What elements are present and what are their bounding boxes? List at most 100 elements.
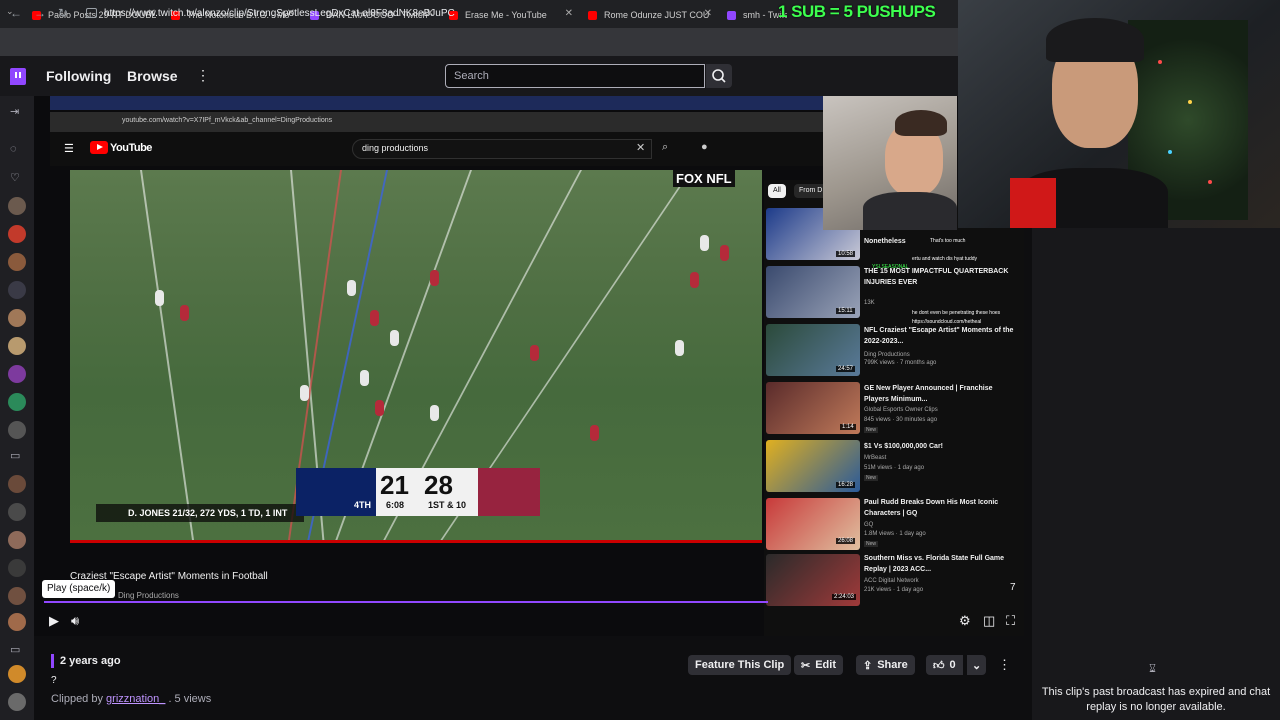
more-options-icon[interactable]: ⋮ [998, 657, 1011, 673]
stat-line-text: D. JONES 21/32, 272 YDS, 1 TD, 1 INT [128, 508, 288, 518]
search-icon [712, 69, 726, 83]
feature-clip-button[interactable]: Feature This Clip [688, 655, 792, 675]
channel-avatar[interactable] [8, 197, 26, 215]
rec-duration: 2:24:03 [832, 594, 857, 600]
rec-title: GE New Player Announced | Franchise Play… [864, 385, 993, 403]
channel-avatar[interactable] [8, 393, 26, 411]
rec-channel: GQ [864, 522, 874, 528]
embedded-browser-tabs [50, 96, 823, 110]
new-badge: New [864, 541, 879, 547]
youtube-channel-name: Ding Productions [118, 591, 179, 600]
reload-icon[interactable]: ↻ [58, 6, 68, 20]
scissors-icon: ✂ [801, 659, 811, 672]
like-dropdown-button[interactable]: ⌄ [967, 655, 987, 675]
settings-gear-icon[interactable]: ⚙ [959, 613, 971, 629]
rec-meta: 799K views · 7 months ago [864, 360, 937, 366]
channel-avatar[interactable] [8, 365, 26, 383]
share-button[interactable]: ⇪ Share [856, 655, 915, 675]
browser-tab[interactable]: Rome Odunze JUST COU ✕ [588, 4, 712, 26]
tab-title: Erase Me - YouTube [465, 10, 547, 20]
chat-replay-message: This clip's past broadcast has expired a… [1041, 686, 1271, 713]
search-placeholder: Search [454, 70, 489, 82]
twitch-logo-icon[interactable] [10, 68, 26, 85]
viewer-count: 7 [1010, 582, 1016, 593]
rec-channel: ACC Digital Network [864, 578, 919, 584]
clip-progress-bar[interactable] [44, 601, 768, 603]
search-button[interactable] [706, 64, 732, 88]
thumbs-up-icon: 👍︎ [933, 659, 945, 672]
player [430, 270, 439, 286]
guest-hair [895, 110, 947, 136]
channel-avatar[interactable] [8, 225, 26, 243]
rec-channel: Global Esports Owner Clips [864, 407, 938, 413]
chair-red [1010, 178, 1056, 228]
player [155, 290, 164, 306]
edit-label: Edit [815, 659, 836, 671]
like-button[interactable]: 👍︎ 0 [926, 655, 963, 675]
youtube-search-query: ding productions [362, 143, 429, 153]
theatre-mode-icon[interactable]: ◫ [983, 613, 995, 629]
rec-title: Paul Rudd Breaks Down His Most Iconic Ch… [864, 499, 999, 517]
video-icon[interactable]: ▭ [10, 643, 20, 656]
fullscreen-icon[interactable]: ⛶ [1006, 613, 1015, 629]
browser-address-bar [0, 28, 958, 56]
channel-avatar[interactable] [8, 613, 26, 631]
channel-avatar[interactable] [8, 253, 26, 271]
share-icon: ⇪ [863, 659, 873, 672]
nav-more-icon[interactable]: ⋮ [196, 67, 210, 84]
chat-overlay-line: he dont even be penetrating these hoes [912, 310, 1001, 316]
channel-avatar[interactable] [8, 665, 26, 683]
channel-avatar[interactable] [8, 309, 26, 327]
channel-avatar[interactable] [8, 281, 26, 299]
channel-avatar[interactable] [8, 587, 26, 605]
microphone-icon: ● [701, 141, 708, 153]
play-icon[interactable]: ▶ [49, 613, 59, 629]
browser-tab[interactable]: Erase Me - YouTube ✕ [449, 4, 573, 26]
player [370, 310, 379, 326]
site-info-icon[interactable] [86, 8, 97, 18]
youtube-search-icon: ⌕ [662, 141, 669, 153]
channel-avatar[interactable] [8, 503, 26, 521]
forward-arrow-icon[interactable]: → [34, 6, 46, 20]
back-arrow-icon[interactable]: ← [10, 6, 22, 20]
nav-browse[interactable]: Browse [127, 68, 178, 84]
clipped-by-label: Clipped by [51, 693, 103, 705]
play-tooltip: Play (space/k) [42, 580, 116, 598]
volume-icon[interactable]: 🔊︎ [71, 613, 79, 629]
scorebug-quarter: 4TH [354, 500, 372, 510]
url-field[interactable]: https://www.twitch.tv/alonzo/clip/Strong… [104, 8, 455, 19]
close-tab-icon[interactable]: ✕ [704, 8, 712, 19]
clip-title: ? [51, 675, 57, 686]
share-label: Share [877, 659, 908, 671]
youtube-progress-bar [70, 540, 762, 543]
clipped-by-line: Clipped by grizznation_ . 5 views [51, 693, 211, 705]
player [390, 330, 399, 346]
clipper-link[interactable]: grizznation_ [106, 693, 165, 705]
channel-avatar[interactable] [8, 559, 26, 577]
channel-avatar[interactable] [8, 531, 26, 549]
player [530, 345, 539, 361]
scorebug-away-panel [478, 468, 540, 516]
nav-following[interactable]: Following [46, 68, 111, 84]
filter-chip-all: All [768, 184, 786, 198]
view-count: . 5 views [168, 693, 212, 705]
player [430, 405, 439, 421]
video-icon[interactable]: ▭ [10, 449, 20, 462]
rec-meta: 845 views · 30 minutes ago [864, 417, 938, 423]
channel-avatar[interactable] [8, 693, 26, 711]
rec-duration: 24:57 [836, 366, 856, 372]
close-tab-icon[interactable]: ✕ [565, 8, 573, 19]
heart-icon[interactable]: ♡ [10, 171, 20, 184]
channel-avatar[interactable] [8, 475, 26, 493]
channel-avatar[interactable] [8, 421, 26, 439]
stream-promo-overlay: 1 SUB = 5 PUSHUPS [778, 2, 936, 21]
recommended-icon[interactable]: ◌ [10, 143, 17, 155]
clip-age: 2 years ago [60, 655, 121, 667]
channel-avatar[interactable] [8, 337, 26, 355]
expand-sidebar-icon[interactable]: ⇥ [10, 105, 19, 118]
clip-info-bar [34, 636, 1024, 720]
edit-button[interactable]: ✂ Edit [794, 655, 843, 675]
accent-bar [51, 654, 54, 668]
embedded-url: youtube.com/watch?v=X7IPf_mVkck&ab_chann… [122, 117, 333, 124]
player [675, 340, 684, 356]
